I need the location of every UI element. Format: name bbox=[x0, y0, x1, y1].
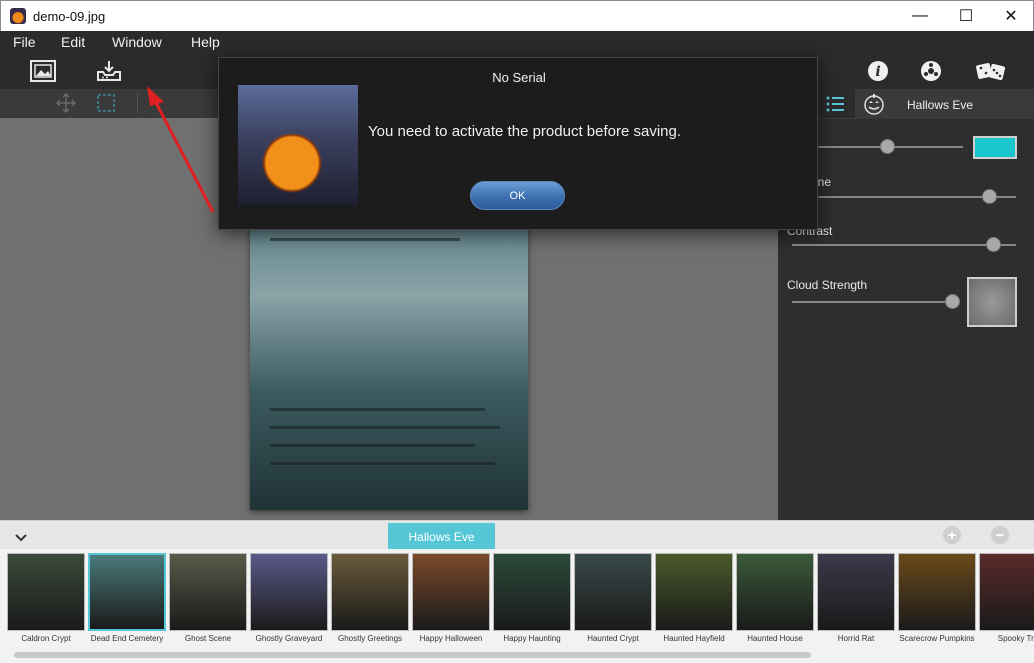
preset-thumbnail-label: Dead End Cemetery bbox=[90, 634, 164, 643]
move-icon[interactable] bbox=[55, 92, 77, 114]
scene-slider-knob[interactable] bbox=[982, 189, 997, 204]
dialog-title: No Serial bbox=[492, 70, 546, 85]
preset-thumbnail[interactable]: Scarecrow Pumpkins bbox=[898, 553, 976, 655]
preset-thumbnail-label: Ghostly Graveyard bbox=[255, 634, 323, 643]
preset-thumbnail[interactable]: Happy Halloween bbox=[412, 553, 490, 655]
preset-thumbnail-label: Happy Haunting bbox=[503, 634, 561, 643]
param-label-cloud-strength: Cloud Strength bbox=[787, 278, 868, 292]
preset-thumbnail[interactable]: Horrid Rat bbox=[817, 553, 895, 655]
menu-edit[interactable]: Edit bbox=[61, 34, 85, 50]
preset-thumbnail[interactable]: Ghostly Graveyard bbox=[250, 553, 328, 655]
preset-thumbnail[interactable]: Ghostly Greetings bbox=[331, 553, 409, 655]
preset-thumbnail[interactable]: Caldron Crypt bbox=[7, 553, 85, 655]
cloud-texture-swatch[interactable] bbox=[967, 277, 1017, 327]
dialog-halloween-image bbox=[238, 85, 358, 205]
maximize-button[interactable]: ☐ bbox=[943, 1, 989, 31]
dialog-message: You need to activate the product before … bbox=[368, 123, 682, 140]
preset-thumbnail-image bbox=[331, 553, 409, 631]
remove-preset-button[interactable]: − bbox=[991, 526, 1009, 544]
preset-thumbnail-image bbox=[88, 553, 166, 631]
preset-name: Hallows Eve bbox=[907, 98, 974, 112]
minimize-button[interactable]: — bbox=[897, 1, 943, 31]
preset-thumbnail-image bbox=[412, 553, 490, 631]
preset-thumbnail-label: Caldron Crypt bbox=[21, 634, 71, 643]
preset-thumbnail-image bbox=[655, 553, 733, 631]
thumbnail-strip: Spooky Tre Scarecrow Pumpkins Horrid Rat Ha… bbox=[0, 549, 1034, 663]
add-preset-button[interactable]: + bbox=[943, 526, 961, 544]
contrast-slider-track[interactable] bbox=[792, 244, 1016, 246]
preset-thumbnail-label: Happy Halloween bbox=[419, 634, 483, 643]
preset-thumbnail-image bbox=[817, 553, 895, 631]
dice-icon[interactable] bbox=[975, 58, 1007, 84]
cloud-strength-slider-knob[interactable] bbox=[945, 294, 960, 309]
preset-thumbnail[interactable]: Haunted Crypt bbox=[574, 553, 652, 655]
title-bar: demo-09.jpg — ☐ ✕ bbox=[0, 0, 1034, 31]
preset-thumbnail[interactable]: Spooky Tre bbox=[979, 553, 1034, 655]
image-icon[interactable] bbox=[29, 59, 57, 83]
preset-thumbnail-label: Spooky Tre bbox=[997, 634, 1034, 643]
app-icon bbox=[10, 8, 26, 24]
preset-browser-bar: Hallows Eve + − bbox=[0, 520, 1034, 550]
preset-thumbnail-label: Ghost Scene bbox=[184, 634, 232, 643]
preset-thumbnail[interactable]: Happy Haunting bbox=[493, 553, 571, 655]
preset-thumbnail-image bbox=[898, 553, 976, 631]
no-serial-dialog: No Serial You need to activate the produ… bbox=[218, 57, 818, 230]
preset-thumbnail-image bbox=[574, 553, 652, 631]
menu-bar: File Edit Window Help bbox=[0, 31, 1034, 55]
menu-window[interactable]: Window bbox=[112, 34, 162, 50]
preset-browser: Hallows Eve + − Spooky Tre Scarecrow Pump… bbox=[0, 520, 1034, 663]
menu-help[interactable]: Help bbox=[191, 34, 220, 50]
ok-button[interactable]: OK bbox=[470, 181, 565, 210]
window-title: demo-09.jpg bbox=[33, 9, 106, 24]
pumpkin-icon bbox=[863, 93, 885, 115]
preset-thumbnail[interactable]: Haunted Hayfield bbox=[655, 553, 733, 655]
preset-thumbnail-image bbox=[250, 553, 328, 631]
close-button[interactable]: ✕ bbox=[988, 1, 1034, 31]
contrast-slider-knob[interactable] bbox=[986, 237, 1001, 252]
preset-thumbnail-label: Ghostly Greetings bbox=[337, 634, 403, 643]
horizontal-scrollbar[interactable] bbox=[14, 652, 811, 658]
preset-thumbnail[interactable]: Ghost Scene bbox=[169, 553, 247, 655]
download-save-icon[interactable] bbox=[95, 59, 123, 83]
info-icon[interactable]: i bbox=[867, 60, 889, 82]
preset-thumbnail[interactable]: Haunted House bbox=[736, 553, 814, 655]
preset-thumbnail-label: Haunted Crypt bbox=[587, 634, 639, 643]
toolbar-separator bbox=[137, 93, 138, 113]
tab-preset[interactable]: Hallows Eve bbox=[855, 89, 1034, 119]
preset-thumbnail-label: Haunted House bbox=[747, 634, 803, 643]
preset-thumbnail-label: Scarecrow Pumpkins bbox=[899, 634, 975, 643]
color-swatch[interactable] bbox=[973, 136, 1017, 159]
preset-thumbnail-image bbox=[493, 553, 571, 631]
preset-thumbnail-label: Horrid Rat bbox=[837, 634, 875, 643]
preset-thumbnail-label: Haunted Hayfield bbox=[663, 634, 725, 643]
settings-icon[interactable] bbox=[920, 60, 942, 82]
preset-thumbnail-image bbox=[736, 553, 814, 631]
cloud-strength-slider-track[interactable] bbox=[792, 301, 952, 303]
preset-thumbnail-image bbox=[979, 553, 1034, 631]
menu-file[interactable]: File bbox=[13, 34, 36, 50]
preset-thumbnail-image bbox=[169, 553, 247, 631]
preset-thumbnail[interactable]: Dead End Cemetery bbox=[88, 553, 166, 655]
category-tab[interactable]: Hallows Eve bbox=[388, 523, 495, 550]
list-icon[interactable] bbox=[826, 96, 844, 112]
param1-slider-knob[interactable] bbox=[880, 139, 895, 154]
preset-thumbnail-image bbox=[7, 553, 85, 631]
svg-text:i: i bbox=[875, 64, 880, 80]
chevron-down-icon[interactable] bbox=[14, 530, 28, 542]
crop-select-icon[interactable] bbox=[96, 93, 116, 113]
